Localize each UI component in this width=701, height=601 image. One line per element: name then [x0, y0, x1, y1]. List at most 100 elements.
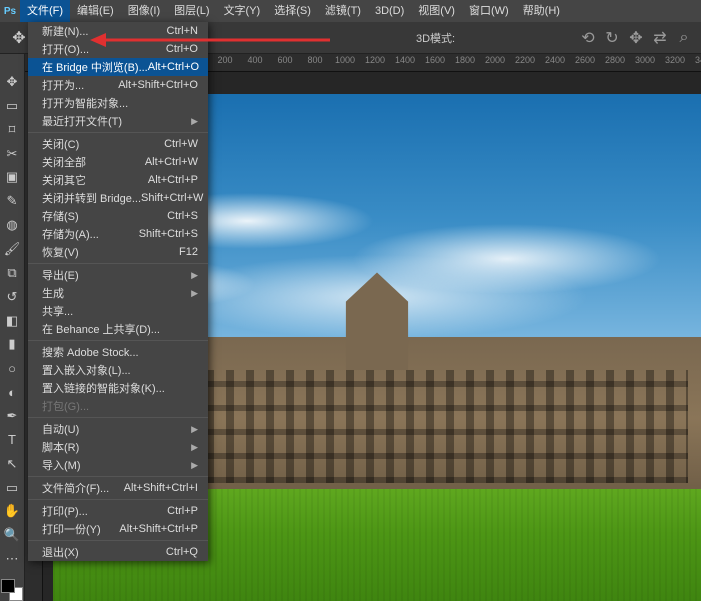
menu-3d[interactable]: 3D(D) — [368, 0, 411, 22]
tool-gradient[interactable]: ▮ — [2, 334, 22, 354]
menu-help[interactable]: 帮助(H) — [516, 0, 567, 22]
menu-item[interactable]: 关闭并转到 Bridge...Shift+Ctrl+W — [28, 189, 208, 207]
menu-item[interactable]: 打印(P)...Ctrl+P — [28, 502, 208, 520]
menu-item[interactable]: 置入嵌入对象(L)... — [28, 361, 208, 379]
menu-item[interactable]: 退出(X)Ctrl+Q — [28, 543, 208, 561]
menu-item-label: 打开(O)... — [42, 41, 89, 57]
tool-blur[interactable]: ○ — [2, 358, 22, 378]
menu-item[interactable]: 置入链接的智能对象(K)... — [28, 379, 208, 397]
ruler-tick-label: 400 — [247, 55, 262, 65]
menu-item-label: 关闭(C) — [42, 136, 79, 152]
menu-item-label: 置入链接的智能对象(K)... — [42, 380, 165, 396]
menu-image[interactable]: 图像(I) — [121, 0, 167, 22]
menu-item[interactable]: 打开为智能对象... — [28, 94, 208, 112]
menu-item-label: 存储(S) — [42, 208, 79, 224]
menu-item[interactable]: 关闭(C) Ctrl+W — [28, 135, 208, 153]
menu-item[interactable]: 关闭其它Alt+Ctrl+P — [28, 171, 208, 189]
menu-filter[interactable]: 滤镜(T) — [318, 0, 368, 22]
menu-item-label: 导出(E) — [42, 267, 79, 283]
menu-item[interactable]: 打开(O)... Ctrl+O — [28, 40, 208, 58]
tool-lasso[interactable]: ⌑ — [2, 120, 22, 140]
menu-edit[interactable]: 编辑(E) — [70, 0, 121, 22]
menu-item-shortcut: Ctrl+O — [166, 43, 198, 55]
menu-item[interactable]: 打印一份(Y)Alt+Shift+Ctrl+P — [28, 520, 208, 538]
foreground-color[interactable] — [1, 579, 15, 593]
menu-layer[interactable]: 图层(L) — [167, 0, 216, 22]
tool-type[interactable]: T — [2, 430, 22, 450]
menu-select[interactable]: 选择(S) — [267, 0, 318, 22]
ruler-tick-label: 3000 — [635, 55, 655, 65]
menu-item[interactable]: 导入(M)▶ — [28, 456, 208, 474]
menu-view[interactable]: 视图(V) — [411, 0, 462, 22]
ruler-tick-label: 1000 — [335, 55, 355, 65]
menu-item[interactable]: 在 Behance 上共享(D)... — [28, 320, 208, 338]
move-tool-icon[interactable]: ✥ — [10, 29, 28, 47]
ruler-tick-label: 2400 — [545, 55, 565, 65]
tool-eraser[interactable]: ◧ — [2, 311, 22, 331]
tool-healing[interactable]: ◍ — [2, 215, 22, 235]
menu-item-shortcut: Ctrl+W — [164, 138, 198, 150]
menu-item-shortcut: Shift+Ctrl+W — [141, 192, 203, 204]
menu-item[interactable]: 脚本(R)▶ — [28, 438, 208, 456]
menu-item[interactable]: 共享... — [28, 302, 208, 320]
menu-item[interactable]: 搜索 Adobe Stock... — [28, 343, 208, 361]
ruler-tick-label: 2000 — [485, 55, 505, 65]
menu-item[interactable]: 自动(U)▶ — [28, 420, 208, 438]
menu-item-label: 文件简介(F)... — [42, 480, 109, 496]
menu-item-shortcut: Shift+Ctrl+S — [139, 228, 198, 240]
menu-item[interactable]: 导出(E)▶ — [28, 266, 208, 284]
ruler-tick-label: 1400 — [395, 55, 415, 65]
menu-separator — [28, 499, 208, 500]
orbit-icon[interactable]: ⟲ — [579, 29, 597, 47]
menu-item[interactable]: 生成▶ — [28, 284, 208, 302]
tool-hand[interactable]: ✋ — [2, 501, 22, 521]
menu-item[interactable]: 文件简介(F)...Alt+Shift+Ctrl+I — [28, 479, 208, 497]
menu-item[interactable]: 在 Bridge 中浏览(B)...Alt+Ctrl+O — [28, 58, 208, 76]
tool-stamp[interactable]: ⧉ — [2, 263, 22, 283]
menu-item[interactable]: 关闭全部Alt+Ctrl+W — [28, 153, 208, 171]
menu-window[interactable]: 窗口(W) — [462, 0, 516, 22]
menu-item[interactable]: 最近打开文件(T)▶ — [28, 112, 208, 130]
tool-more[interactable]: ⋯ — [2, 549, 22, 569]
slide-icon[interactable]: ⇄ — [651, 29, 669, 47]
color-swatches[interactable] — [1, 579, 23, 601]
tool-move[interactable]: ✥ — [2, 72, 22, 92]
pan-icon[interactable]: ✥ — [627, 29, 645, 47]
menu-item[interactable]: 恢复(V)F12 — [28, 243, 208, 261]
tool-marquee[interactable]: ▭ — [2, 96, 22, 116]
menu-item-label: 生成 — [42, 285, 64, 301]
tool-path[interactable]: ↖ — [2, 454, 22, 474]
menu-item[interactable]: 存储(S) Ctrl+S — [28, 207, 208, 225]
menu-separator — [28, 132, 208, 133]
roll-icon[interactable]: ↻ — [603, 29, 621, 47]
file-menu-dropdown: 新建(N)...Ctrl+N打开(O)... Ctrl+O 在 Bridge 中浏览… — [28, 22, 208, 561]
tool-zoom[interactable]: 🔍 — [2, 525, 22, 545]
tool-brush[interactable]: 🖌 — [2, 239, 22, 259]
menu-item-label: 打开为... — [42, 77, 84, 93]
menu-file[interactable]: 文件(F) — [20, 0, 70, 22]
menu-item-label: 在 Bridge 中浏览(B)... — [42, 59, 148, 75]
tool-pen[interactable]: ✒ — [2, 406, 22, 426]
menu-item-label: 共享... — [42, 303, 73, 319]
menu-item-label: 关闭并转到 Bridge... — [42, 190, 141, 206]
tool-crop[interactable]: ✂ — [2, 144, 22, 164]
tool-dodge[interactable]: ◐ — [2, 382, 22, 402]
menu-item-label: 新建(N)... — [42, 23, 88, 39]
zoom3d-icon[interactable]: ⌕ — [675, 29, 693, 47]
tool-history-brush[interactable]: ↺ — [2, 287, 22, 307]
tool-frame[interactable]: ▣ — [2, 167, 22, 187]
ruler-tick-label: 600 — [277, 55, 292, 65]
menu-type[interactable]: 文字(Y) — [217, 0, 268, 22]
menu-item-shortcut: Ctrl+S — [167, 210, 198, 222]
menu-item-label: 关闭全部 — [42, 154, 86, 170]
menu-item-shortcut: Ctrl+Q — [166, 546, 198, 558]
menu-item[interactable]: 存储为(A)... Shift+Ctrl+S — [28, 225, 208, 243]
ruler-tick-label: 3400 — [695, 55, 701, 65]
tool-rectangle[interactable]: ▭ — [2, 478, 22, 498]
tool-eyedropper[interactable]: ✎ — [2, 191, 22, 211]
menu-item-shortcut: Alt+Shift+Ctrl+P — [119, 523, 198, 535]
menu-item[interactable]: 新建(N)...Ctrl+N — [28, 22, 208, 40]
ruler-tick-label: 1800 — [455, 55, 475, 65]
menu-item-label: 存储为(A)... — [42, 226, 99, 242]
menu-item[interactable]: 打开为...Alt+Shift+Ctrl+O — [28, 76, 208, 94]
